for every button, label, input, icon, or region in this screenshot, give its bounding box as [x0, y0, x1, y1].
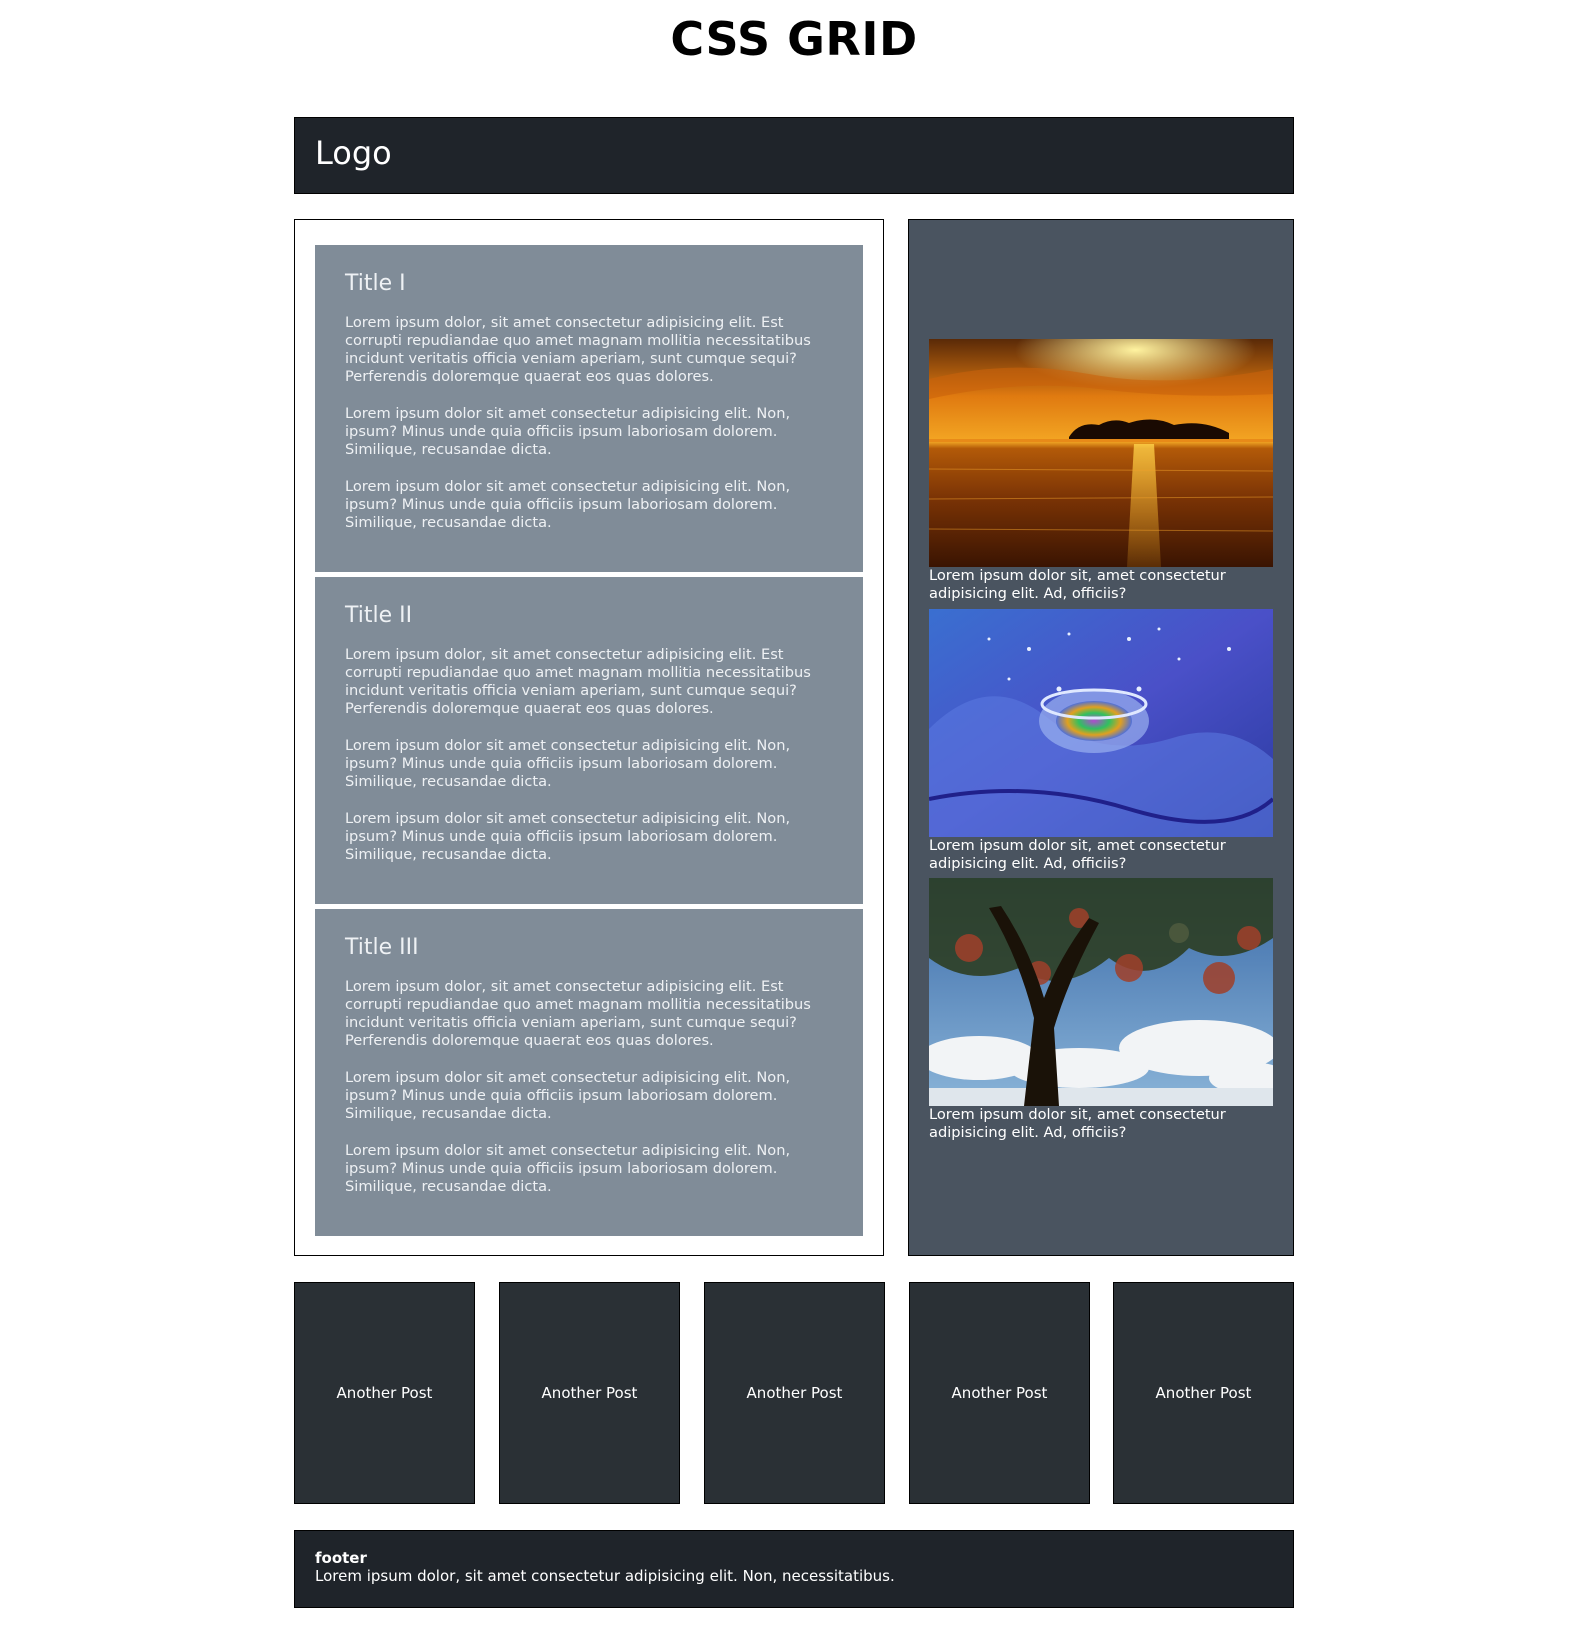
- main-content: Title I Lorem ipsum dolor, sit amet cons…: [294, 219, 884, 1256]
- article-paragraph: Lorem ipsum dolor sit amet consectetur a…: [345, 405, 791, 458]
- water-splash-image: [929, 609, 1273, 837]
- figure-caption: Lorem ipsum dolor sit, amet consectetur …: [929, 567, 1226, 602]
- footer-title: footer: [315, 1549, 367, 1567]
- article-paragraph: Lorem ipsum dolor, sit amet consectetur …: [345, 646, 811, 717]
- sidebar-figure-2: Lorem ipsum dolor sit, amet consectetur …: [929, 609, 1273, 873]
- site-header: Logo: [294, 117, 1294, 194]
- figure-caption: Lorem ipsum dolor sit, amet consectetur …: [929, 837, 1226, 872]
- figure-caption: Lorem ipsum dolor sit, amet consectetur …: [929, 1106, 1226, 1141]
- article-title: Title III: [345, 935, 419, 960]
- article-paragraph: Lorem ipsum dolor sit amet consectetur a…: [345, 810, 791, 863]
- site-footer: footer Lorem ipsum dolor, sit amet conse…: [294, 1530, 1294, 1608]
- article-paragraph: Lorem ipsum dolor, sit amet consectetur …: [345, 978, 811, 1049]
- article-paragraph: Lorem ipsum dolor sit amet consectetur a…: [345, 1142, 791, 1195]
- article-paragraph: Lorem ipsum dolor, sit amet consectetur …: [345, 314, 811, 385]
- footer-text: Lorem ipsum dolor, sit amet consectetur …: [315, 1567, 895, 1585]
- article-title: Title II: [345, 603, 413, 628]
- post-card[interactable]: Another Post: [704, 1282, 885, 1504]
- article-2: Title II Lorem ipsum dolor, sit amet con…: [315, 577, 863, 904]
- sidebar-figure-1: Lorem ipsum dolor sit, amet consectetur …: [929, 339, 1273, 603]
- sidebar: Lorem ipsum dolor sit, amet consectetur …: [908, 219, 1294, 1256]
- article-3: Title III Lorem ipsum dolor, sit amet co…: [315, 909, 863, 1236]
- logo[interactable]: Logo: [315, 134, 392, 172]
- autumn-tree-image: [929, 878, 1273, 1106]
- post-card[interactable]: Another Post: [499, 1282, 680, 1504]
- sunset-lake-image: [929, 339, 1273, 567]
- article-paragraph: Lorem ipsum dolor sit amet consectetur a…: [345, 478, 791, 531]
- article-paragraph: Lorem ipsum dolor sit amet consectetur a…: [345, 737, 791, 790]
- page-title: CSS GRID: [670, 12, 918, 66]
- sidebar-figure-3: Lorem ipsum dolor sit, amet consectetur …: [929, 878, 1273, 1142]
- article-paragraph: Lorem ipsum dolor sit amet consectetur a…: [345, 1069, 791, 1122]
- post-card[interactable]: Another Post: [909, 1282, 1090, 1504]
- article-1: Title I Lorem ipsum dolor, sit amet cons…: [315, 245, 863, 572]
- article-title: Title I: [345, 271, 406, 296]
- post-card[interactable]: Another Post: [294, 1282, 475, 1504]
- post-card[interactable]: Another Post: [1113, 1282, 1294, 1504]
